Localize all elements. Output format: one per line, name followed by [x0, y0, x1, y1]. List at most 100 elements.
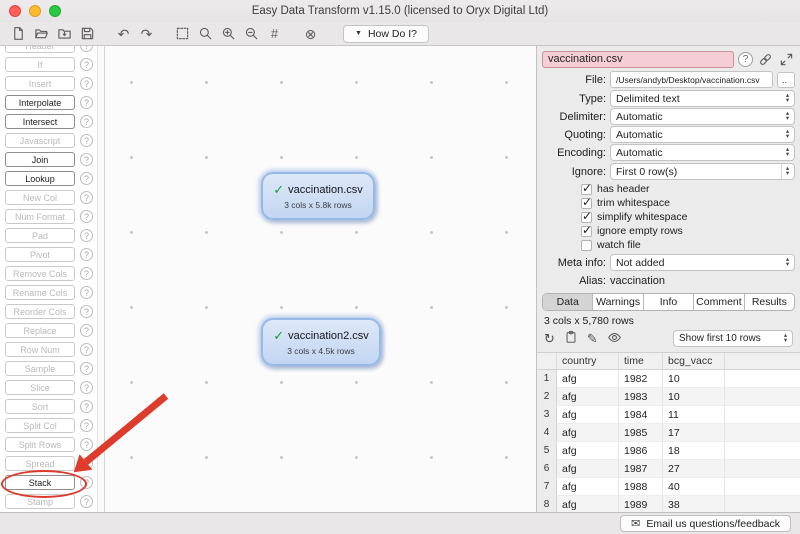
option-select[interactable]: Automatic ▴ ▾ [610, 108, 795, 125]
help-icon[interactable]: ? [80, 96, 93, 109]
table-row[interactable]: 6 afg 1987 27 [537, 460, 800, 478]
edit-button[interactable]: ✎ [587, 332, 598, 345]
checkbox[interactable]: ✓ [581, 226, 592, 237]
help-icon[interactable]: ? [80, 46, 93, 52]
link-button[interactable] [757, 52, 774, 68]
help-icon[interactable]: ? [80, 457, 93, 470]
expand-button[interactable] [778, 52, 795, 68]
new-button[interactable] [8, 24, 29, 43]
help-icon[interactable]: ? [80, 77, 93, 90]
alias-value[interactable]: vaccination [610, 275, 665, 287]
help-icon[interactable]: ? [80, 305, 93, 318]
transform-button[interactable]: Pad [5, 228, 75, 243]
how-do-i-button[interactable]: ▼ How Do I? [343, 25, 429, 43]
table-row[interactable]: 7 afg 1988 40 [537, 478, 800, 496]
help-icon[interactable]: ? [80, 343, 93, 356]
transform-button[interactable]: Slice [5, 380, 75, 395]
option-select[interactable]: Delimited text ▴ ▾ [610, 90, 795, 107]
transform-button[interactable]: Join [5, 152, 75, 167]
zoom-in-button[interactable] [218, 24, 239, 43]
cancel-button[interactable]: ⊗ [300, 24, 321, 43]
help-icon[interactable]: ? [738, 52, 753, 67]
option-select[interactable]: Automatic ▴ ▾ [610, 126, 795, 143]
checkbox[interactable]: ✓ [581, 212, 592, 223]
file-path-field[interactable]: /Users/andyb/Desktop/vaccination.csv [610, 71, 773, 88]
help-icon[interactable]: ? [80, 286, 93, 299]
transform-button[interactable]: Spread [5, 456, 75, 471]
transform-button[interactable]: Remove Cols [5, 266, 75, 281]
copy-button[interactable] [564, 330, 578, 347]
column-header[interactable]: country [557, 353, 619, 369]
option-select[interactable]: Automatic ▴ ▾ [610, 144, 795, 161]
workflow-canvas[interactable]: ✓ vaccination.csv 3 cols x 5.8k rows ✓ v… [105, 46, 536, 512]
transform-button[interactable]: Num Format [5, 209, 75, 224]
transform-button[interactable]: If [5, 57, 75, 72]
sidebar-scrollbar[interactable] [97, 46, 105, 512]
help-icon[interactable]: ? [80, 419, 93, 432]
table-row[interactable]: 4 afg 1985 17 [537, 424, 800, 442]
help-icon[interactable]: ? [80, 115, 93, 128]
zoom-reset-button[interactable] [195, 24, 216, 43]
tab[interactable]: Warnings [593, 294, 643, 310]
help-icon[interactable]: ? [80, 134, 93, 147]
transform-button[interactable]: Row Num [5, 342, 75, 357]
preview-button[interactable] [607, 330, 622, 348]
help-icon[interactable]: ? [80, 172, 93, 185]
help-icon[interactable]: ? [80, 362, 93, 375]
help-icon[interactable]: ? [80, 58, 93, 71]
help-icon[interactable]: ? [80, 153, 93, 166]
table-row[interactable]: 5 afg 1986 18 [537, 442, 800, 460]
table-row[interactable]: 3 afg 1984 11 [537, 406, 800, 424]
transform-button[interactable]: Stack [5, 475, 75, 490]
column-header[interactable]: time [619, 353, 663, 369]
help-icon[interactable]: ? [80, 229, 93, 242]
help-icon[interactable]: ? [80, 476, 93, 489]
redo-button[interactable]: ↷ [136, 24, 157, 43]
transform-button[interactable]: Sample [5, 361, 75, 376]
transform-button[interactable]: Header [5, 46, 75, 53]
transform-button[interactable]: Rename Cols [5, 285, 75, 300]
show-rows-select[interactable]: Show first 10 rows ▴ ▾ [673, 330, 793, 347]
undo-button[interactable]: ↶ [113, 24, 134, 43]
transform-button[interactable]: New Col [5, 190, 75, 205]
checkbox[interactable]: ✓ [581, 198, 592, 209]
help-icon[interactable]: ? [80, 324, 93, 337]
import-button[interactable] [54, 24, 75, 43]
node-name-field[interactable]: vaccination.csv [542, 51, 734, 68]
tab[interactable]: Comment [694, 294, 744, 310]
help-icon[interactable]: ? [80, 248, 93, 261]
dataset-node[interactable]: ✓ vaccination2.csv 3 cols x 4.5k rows [261, 318, 381, 366]
table-row[interactable]: 1 afg 1982 10 [537, 370, 800, 388]
open-button[interactable] [31, 24, 52, 43]
transform-button[interactable]: Intersect [5, 114, 75, 129]
help-icon[interactable]: ? [80, 381, 93, 394]
transform-button[interactable]: Javascript [5, 133, 75, 148]
transform-button[interactable]: Sort [5, 399, 75, 414]
help-icon[interactable]: ? [80, 210, 93, 223]
column-header[interactable]: bcg_vacc [663, 353, 725, 369]
transform-button[interactable]: Split Col [5, 418, 75, 433]
select-items-button[interactable] [172, 24, 193, 43]
email-feedback-button[interactable]: ✉ Email us questions/feedback [620, 515, 791, 532]
transform-button[interactable]: Interpolate [5, 95, 75, 110]
tab[interactable]: Results [745, 294, 794, 310]
transform-button[interactable]: Lookup [5, 171, 75, 186]
transform-button[interactable]: Stamp [5, 494, 75, 509]
checkbox[interactable]: ✓ [581, 184, 592, 195]
help-icon[interactable]: ? [80, 438, 93, 451]
save-button[interactable] [77, 24, 98, 43]
browse-button[interactable]: .. [777, 72, 795, 88]
zoom-out-button[interactable] [241, 24, 262, 43]
toggle-grid-button[interactable]: # [264, 24, 285, 43]
help-icon[interactable]: ? [80, 191, 93, 204]
tab[interactable]: Data [543, 294, 593, 310]
spinner-buttons[interactable]: ▴ ▾ [781, 164, 793, 179]
help-icon[interactable]: ? [80, 495, 93, 508]
dataset-node[interactable]: ✓ vaccination.csv 3 cols x 5.8k rows [261, 172, 375, 220]
transform-button[interactable]: Split Rows [5, 437, 75, 452]
transform-button[interactable]: Replace [5, 323, 75, 338]
transform-button[interactable]: Reorder Cols [5, 304, 75, 319]
help-icon[interactable]: ? [80, 267, 93, 280]
table-row[interactable]: 8 afg 1989 38 [537, 496, 800, 512]
tab[interactable]: Info [644, 294, 694, 310]
